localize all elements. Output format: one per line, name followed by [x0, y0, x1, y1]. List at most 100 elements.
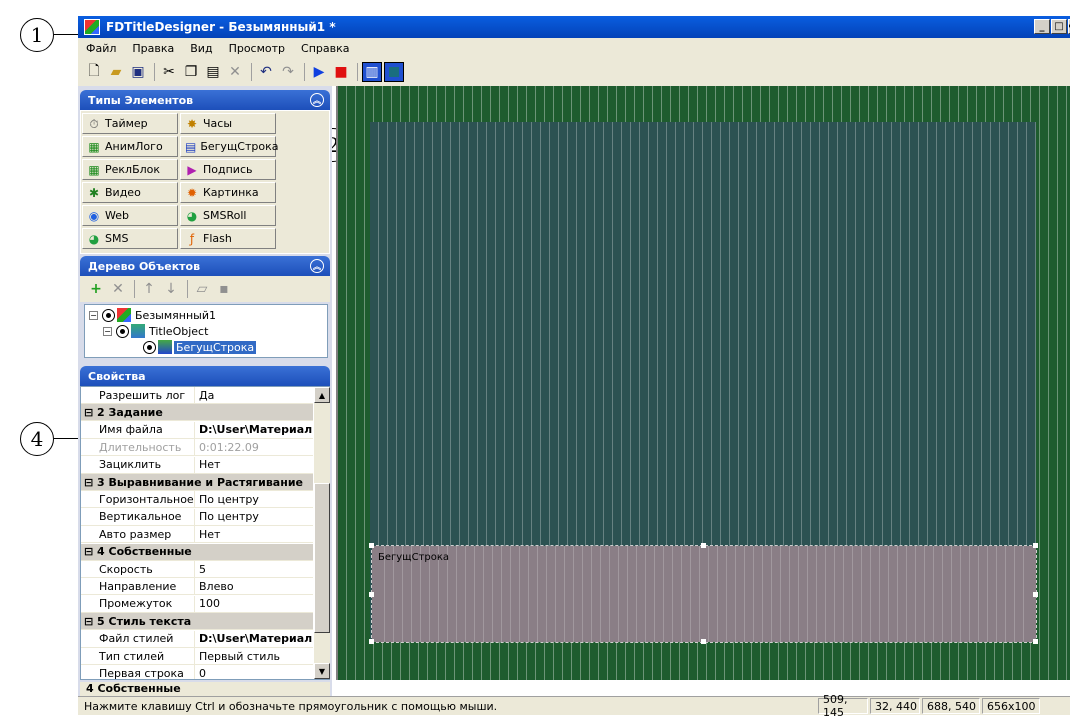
- visibility-icon[interactable]: [116, 324, 129, 338]
- property-category[interactable]: ⊟ 5 Стиль текста: [81, 613, 313, 631]
- ticker-object[interactable]: БегущСтрока: [371, 545, 1037, 643]
- menu-view[interactable]: Вид: [190, 42, 212, 55]
- resize-handle[interactable]: [1033, 592, 1038, 597]
- resize-handle[interactable]: [1033, 639, 1038, 644]
- property-value[interactable]: Нет: [195, 457, 313, 473]
- redo-icon[interactable]: ↷: [278, 62, 298, 82]
- property-scrollbar[interactable]: ▲ ▼: [314, 387, 330, 679]
- callout-1: 1: [20, 18, 54, 52]
- resize-handle[interactable]: [369, 639, 374, 644]
- property-row[interactable]: Скорость 5: [81, 561, 313, 578]
- scroll-thumb[interactable]: [314, 483, 330, 633]
- resize-handle[interactable]: [1033, 543, 1038, 548]
- minimize-button[interactable]: _: [1034, 19, 1050, 34]
- open-icon[interactable]: ▰: [106, 62, 126, 82]
- property-row[interactable]: Имя файла D:\User\Материалы: [81, 421, 313, 439]
- property-value[interactable]: Первый стиль: [195, 648, 313, 664]
- property-category[interactable]: ⊟ 2 Задание: [81, 404, 313, 422]
- save-object-icon[interactable]: ▪: [214, 279, 234, 299]
- property-row[interactable]: Горизонтальное По центру: [81, 491, 313, 509]
- type-button-label: Часы: [203, 117, 233, 130]
- property-row[interactable]: Промежуток 100: [81, 595, 313, 613]
- resize-handle[interactable]: [701, 639, 706, 644]
- property-category[interactable]: ⊟ 4 Собственные: [81, 543, 313, 561]
- property-value[interactable]: D:\User\Материалы: [195, 422, 313, 438]
- types-panel-header[interactable]: Типы Элементов ︽: [80, 90, 330, 110]
- element-type-icon: ✸: [186, 116, 198, 131]
- type-button[interactable]: ◕ SMS: [82, 228, 178, 249]
- scroll-up-icon[interactable]: ▲: [314, 387, 330, 403]
- visibility-icon[interactable]: [143, 340, 156, 354]
- tree-panel-header[interactable]: Дерево Объектов ︽: [80, 256, 330, 276]
- property-row[interactable]: Зациклить Нет: [81, 456, 313, 474]
- type-button[interactable]: ✱ Видео: [82, 182, 178, 203]
- property-row[interactable]: Первая строка 0: [81, 665, 313, 679]
- tree-node-root[interactable]: − Безымянный1: [89, 307, 216, 323]
- cut-icon[interactable]: ✂: [159, 62, 179, 82]
- menu-edit[interactable]: Правка: [132, 42, 174, 55]
- chevron-up-icon[interactable]: ︽: [310, 93, 324, 107]
- tree-node-titleobject[interactable]: − TitleObject: [103, 323, 208, 339]
- window-title: FDTitleDesigner - Безымянный1 *: [106, 20, 336, 34]
- property-value[interactable]: 5: [195, 561, 313, 577]
- move-up-icon[interactable]: ↑: [139, 279, 159, 299]
- property-value[interactable]: По центру: [195, 509, 313, 525]
- property-row[interactable]: Разрешить лог Да: [81, 387, 313, 404]
- menu-help[interactable]: Справка: [301, 42, 349, 55]
- resize-handle[interactable]: [701, 543, 706, 548]
- undo-icon[interactable]: ↶: [256, 62, 276, 82]
- type-button[interactable]: ▤ БегущСтрока: [180, 136, 279, 157]
- property-row[interactable]: Тип стилей Первый стиль: [81, 648, 313, 665]
- stop-icon[interactable]: ■: [331, 62, 351, 82]
- maximize-button[interactable]: □: [1051, 19, 1067, 34]
- type-button[interactable]: ✹ Картинка: [180, 182, 276, 203]
- tree-panel-title: Дерево Объектов: [88, 259, 201, 273]
- tree-node-ticker[interactable]: БегущСтрока: [143, 339, 257, 355]
- paste-icon[interactable]: ▤: [203, 62, 223, 82]
- type-button[interactable]: ▦ АнимЛого: [82, 136, 178, 157]
- add-icon[interactable]: +: [86, 279, 106, 299]
- type-button[interactable]: ▦ РеклБлок: [82, 159, 178, 180]
- play-icon[interactable]: ▶: [309, 62, 329, 82]
- frame-icon[interactable]: [384, 62, 404, 82]
- project-icon: [117, 308, 131, 322]
- property-value[interactable]: 0: [195, 665, 313, 679]
- property-value[interactable]: 100: [195, 596, 313, 612]
- type-button[interactable]: ◉ Web: [82, 205, 178, 226]
- scroll-down-icon[interactable]: ▼: [314, 663, 330, 679]
- property-value[interactable]: D:\User\Материалы: [195, 631, 313, 647]
- visibility-icon[interactable]: [102, 308, 115, 322]
- property-row[interactable]: Авто размер Нет: [81, 526, 313, 544]
- property-row[interactable]: Вертикальное По центру: [81, 508, 313, 526]
- type-button[interactable]: ▶ Подпись: [180, 159, 276, 180]
- property-value[interactable]: Нет: [195, 526, 313, 542]
- menu-file[interactable]: Файл: [86, 42, 116, 55]
- collapse-icon[interactable]: −: [103, 326, 112, 336]
- new-icon[interactable]: 🗋: [84, 62, 104, 82]
- property-value[interactable]: Влево: [195, 578, 313, 594]
- property-value[interactable]: По центру: [195, 491, 313, 507]
- type-button[interactable]: ƒ Flash: [180, 228, 276, 249]
- type-button[interactable]: ⏱ Таймер: [82, 113, 178, 134]
- property-row[interactable]: Файл стилей D:\User\Материалы: [81, 630, 313, 648]
- property-value[interactable]: 0:01:22.09: [195, 439, 313, 455]
- open-folder-icon[interactable]: ▱: [192, 279, 212, 299]
- remove-icon[interactable]: ✕: [108, 279, 128, 299]
- type-button[interactable]: ◕ SMSRoll: [180, 205, 276, 226]
- type-button[interactable]: ✸ Часы: [180, 113, 276, 134]
- property-name: ⊟ 4 Собственные: [84, 545, 192, 559]
- save-icon[interactable]: ▣: [128, 62, 148, 82]
- move-down-icon[interactable]: ↓: [161, 279, 181, 299]
- property-row[interactable]: Направление Влево: [81, 578, 313, 596]
- resize-handle[interactable]: [369, 543, 374, 548]
- copy-icon[interactable]: ❐: [181, 62, 201, 82]
- grid-icon[interactable]: ▥: [362, 62, 382, 82]
- delete-icon[interactable]: ✕: [225, 62, 245, 82]
- chevron-up-icon[interactable]: ︽: [310, 259, 324, 273]
- resize-handle[interactable]: [369, 592, 374, 597]
- collapse-icon[interactable]: −: [89, 310, 98, 320]
- property-value[interactable]: Да: [195, 387, 313, 403]
- menu-preview[interactable]: Просмотр: [229, 42, 285, 55]
- property-category[interactable]: ⊟ 3 Выравнивание и Растягивание: [81, 474, 313, 491]
- property-row[interactable]: Длительность 0:01:22.09: [81, 439, 313, 457]
